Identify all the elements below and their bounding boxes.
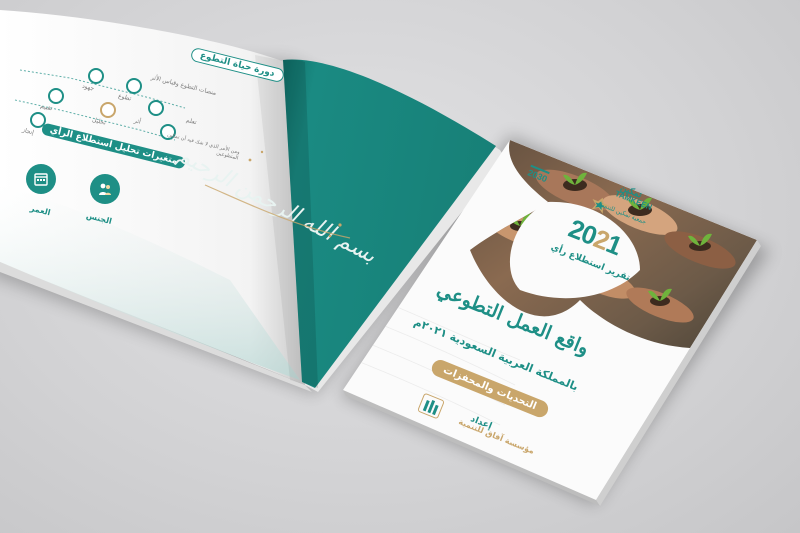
scene: دورة حياة التطوع منصات التطوع وقياس الأث… bbox=[0, 0, 800, 533]
cover-brochure bbox=[343, 140, 761, 506]
